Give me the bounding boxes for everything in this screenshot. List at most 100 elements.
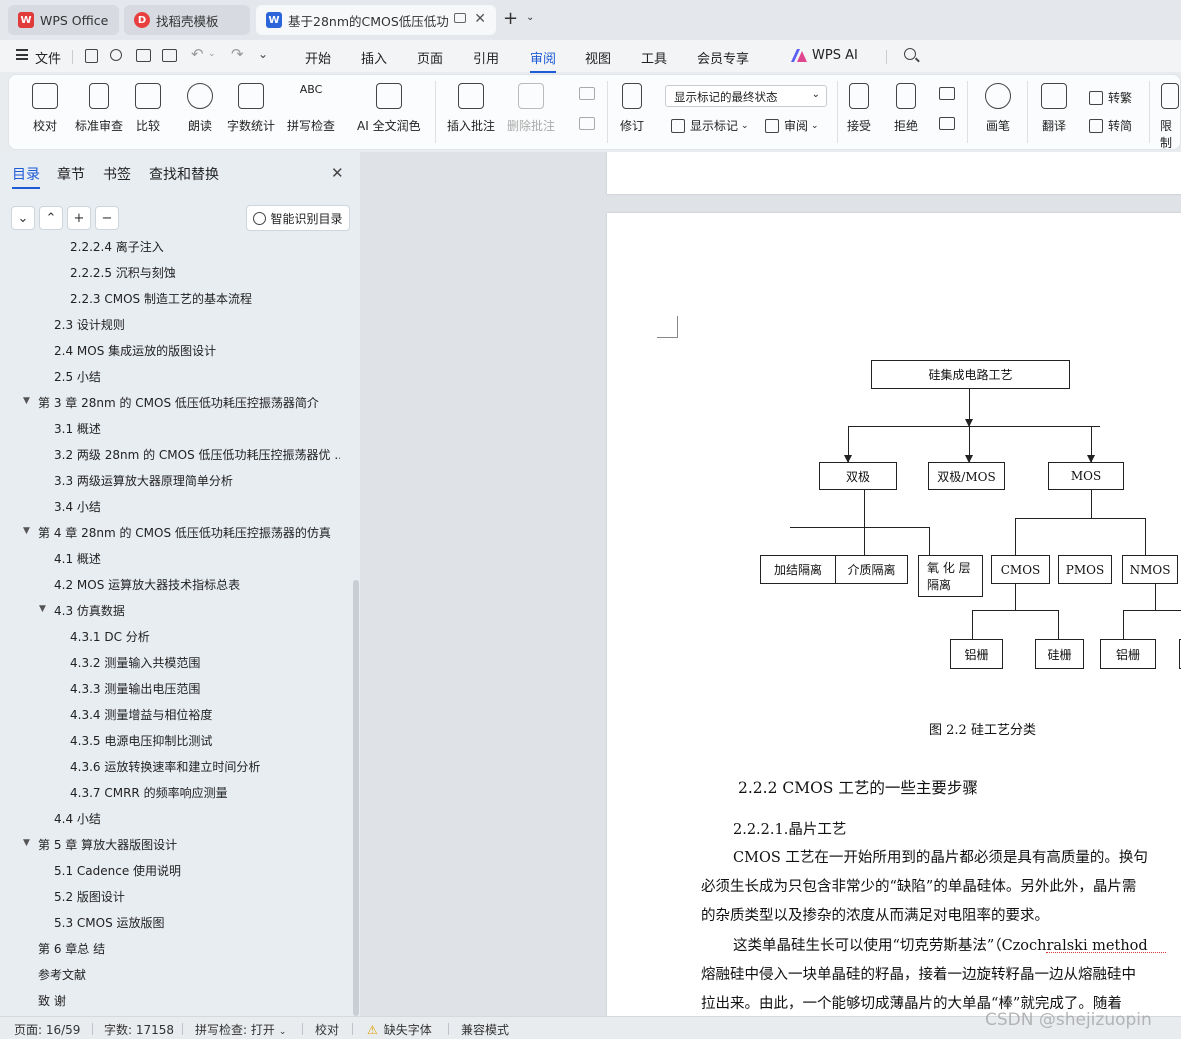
compare-button[interactable]: 比较: [135, 83, 161, 134]
proof-status[interactable]: 校对: [315, 1021, 339, 1038]
expand-down-button[interactable]: ⌄: [11, 206, 35, 230]
toc-item[interactable]: 致 谢: [38, 992, 66, 1009]
monitor-icon[interactable]: [454, 13, 466, 23]
hamburger-icon[interactable]: [16, 49, 28, 60]
tab-list-chevron-icon[interactable]: ⌄: [526, 12, 534, 23]
toc-item[interactable]: 2.5 小结: [54, 368, 101, 385]
delete-comment-button[interactable]: 删除批注: [507, 83, 555, 134]
toc-item[interactable]: 4.3.7 CMRR 的频率响应测量: [70, 784, 228, 801]
toc-item[interactable]: 4.2 MOS 运算放大器技术指标总表: [54, 576, 240, 593]
toc-item[interactable]: 参考文献: [38, 966, 86, 983]
toc-item[interactable]: 4.3.4 测量增益与相位裕度: [70, 706, 212, 723]
remove-heading-button[interactable]: −: [95, 206, 119, 230]
new-tab-icon[interactable]: +: [503, 8, 518, 29]
toc-item[interactable]: 4.3.1 DC 分析: [70, 628, 150, 645]
previous-change-icon[interactable]: [939, 87, 955, 100]
document-canvas[interactable]: 硅集成电路工艺 双极 双极/MOS MOS 加结隔离 介质隔离 氧 化 层 隔离…: [360, 152, 1181, 1016]
collapse-toggle-icon[interactable]: ▼: [23, 396, 30, 406]
redo-icon[interactable]: ↷: [231, 45, 244, 63]
toc-item[interactable]: 4.3 仿真数据: [54, 602, 125, 619]
save-icon[interactable]: [85, 49, 98, 63]
quick-access-chevron-icon[interactable]: ⌄: [258, 47, 268, 61]
close-tab-icon[interactable]: ✕: [474, 11, 486, 27]
toc-item[interactable]: 2.2.2.5 沉积与刻蚀: [70, 264, 176, 281]
tab-sections[interactable]: 章节: [57, 164, 85, 184]
tab-wps-office[interactable]: W WPS Office: [8, 5, 119, 35]
word-count-indicator[interactable]: 字数: 17158: [104, 1021, 174, 1038]
collapse-toggle-icon[interactable]: ▼: [39, 604, 46, 614]
toc-item[interactable]: 2.4 MOS 集成运放的版图设计: [54, 342, 216, 359]
show-markup-button[interactable]: 显示标记 ⌄: [671, 117, 749, 134]
collapse-toggle-icon[interactable]: ▼: [23, 838, 30, 848]
ai-polish-button[interactable]: AI 全文润色: [357, 83, 421, 134]
spell-check-status[interactable]: 拼写检查: 打开 ⌄: [195, 1021, 286, 1038]
toc-item[interactable]: 2.3 设计规则: [54, 316, 125, 333]
menu-page[interactable]: 页面: [417, 48, 443, 67]
toc-item[interactable]: 4.4 小结: [54, 810, 101, 827]
menu-review[interactable]: 审阅: [530, 48, 557, 73]
tab-find-replace[interactable]: 查找和替换: [149, 164, 219, 184]
undo-icon[interactable]: ↶: [191, 45, 204, 63]
toc-item[interactable]: 5.2 版图设计: [54, 888, 125, 905]
toc-item[interactable]: 5.1 Cadence 使用说明: [54, 862, 181, 879]
collapse-up-button[interactable]: ⌃: [39, 206, 63, 230]
word-count-button[interactable]: 字数统计: [227, 83, 275, 134]
toc-item[interactable]: 4.3.2 测量输入共模范围: [70, 654, 200, 671]
print-icon[interactable]: [136, 49, 151, 62]
markup-mode-select[interactable]: 显示标记的最终状态 ⌄: [665, 85, 827, 107]
read-aloud-button[interactable]: 朗读: [187, 83, 213, 134]
to-traditional-button[interactable]: 转繁: [1089, 89, 1132, 106]
tab-bookmarks[interactable]: 书签: [103, 164, 131, 184]
prev-comment-icon[interactable]: [579, 87, 595, 100]
missing-font-status[interactable]: ⚠ 缺失字体: [367, 1021, 432, 1038]
next-change-icon[interactable]: [939, 117, 955, 130]
toc-item[interactable]: 2.2.2.4 离子注入: [70, 238, 164, 255]
toc-item[interactable]: 4.3.6 运放转换速率和建立时间分析: [70, 758, 260, 775]
menu-member[interactable]: 会员专享: [697, 48, 749, 67]
toc-item[interactable]: 3.4 小结: [54, 498, 101, 515]
proofread-button[interactable]: 校对: [32, 83, 58, 134]
page-indicator[interactable]: 页面: 16/59: [14, 1021, 80, 1038]
tab-document[interactable]: W 基于28nm的CMOS低压低功 ✕: [256, 5, 496, 35]
toc-item[interactable]: 4.3.3 测量输出电压范围: [70, 680, 200, 697]
restrict-button[interactable]: 限制: [1160, 83, 1180, 151]
to-simplified-button[interactable]: 转简: [1089, 117, 1132, 134]
tab-docer[interactable]: D 找稻壳模板: [124, 5, 250, 35]
menu-file[interactable]: 文件: [35, 48, 61, 67]
toc-item[interactable]: 5.3 CMOS 运放版图: [54, 914, 165, 931]
toc-item[interactable]: 3.3 两级运算放大器原理简单分析: [54, 472, 233, 489]
toc-item[interactable]: 4.3.5 电源电压抑制比测试: [70, 732, 212, 749]
share-icon[interactable]: [110, 49, 122, 61]
close-icon[interactable]: ✕: [331, 164, 344, 182]
toc-item[interactable]: 2.2.3 CMOS 制造工艺的基本流程: [70, 290, 252, 307]
toc-item[interactable]: 第 5 章 算放大器版图设计: [38, 836, 177, 853]
toc-item[interactable]: 第 3 章 28nm 的 CMOS 低压低功耗压控振荡器简介: [38, 394, 319, 411]
toc-item[interactable]: 第 4 章 28nm 的 CMOS 低压低功耗压控振荡器的仿真: [38, 524, 331, 541]
spell-check-button[interactable]: ABC 拼写检查: [287, 83, 335, 134]
toc-item[interactable]: 3.1 概述: [54, 420, 101, 437]
menu-wps-ai[interactable]: WPS AI: [812, 48, 858, 63]
accept-button[interactable]: 接受: [847, 83, 871, 134]
print-preview-icon[interactable]: [162, 49, 177, 62]
undo-dropdown-icon[interactable]: ⌄: [208, 49, 216, 59]
next-comment-icon[interactable]: [579, 117, 595, 130]
track-changes-button[interactable]: 修订: [620, 83, 644, 134]
insert-comment-button[interactable]: 插入批注: [447, 83, 495, 134]
reject-button[interactable]: 拒绝: [894, 83, 918, 134]
menu-references[interactable]: 引用: [473, 48, 499, 67]
review-pane-button[interactable]: 审阅 ⌄: [765, 117, 819, 134]
menu-insert[interactable]: 插入: [361, 48, 387, 67]
collapse-toggle-icon[interactable]: ▼: [23, 526, 30, 536]
document-page[interactable]: 硅集成电路工艺 双极 双极/MOS MOS 加结隔离 介质隔离 氧 化 层 隔离…: [607, 213, 1181, 1016]
toc-scrollbar[interactable]: [353, 580, 359, 1016]
standard-review-button[interactable]: 标准审查: [75, 83, 123, 134]
ink-button[interactable]: 画笔: [985, 83, 1011, 134]
menu-tools[interactable]: 工具: [641, 48, 667, 67]
tab-toc[interactable]: 目录: [12, 164, 40, 189]
add-heading-button[interactable]: +: [67, 206, 91, 230]
translate-button[interactable]: 翻译: [1041, 83, 1067, 134]
toc-item[interactable]: 3.2 两级 28nm 的 CMOS 低压低功耗压控振荡器优 ...: [54, 446, 340, 463]
menu-view[interactable]: 视图: [585, 48, 611, 67]
menu-home[interactable]: 开始: [305, 48, 331, 67]
toc-item[interactable]: 4.1 概述: [54, 550, 101, 567]
